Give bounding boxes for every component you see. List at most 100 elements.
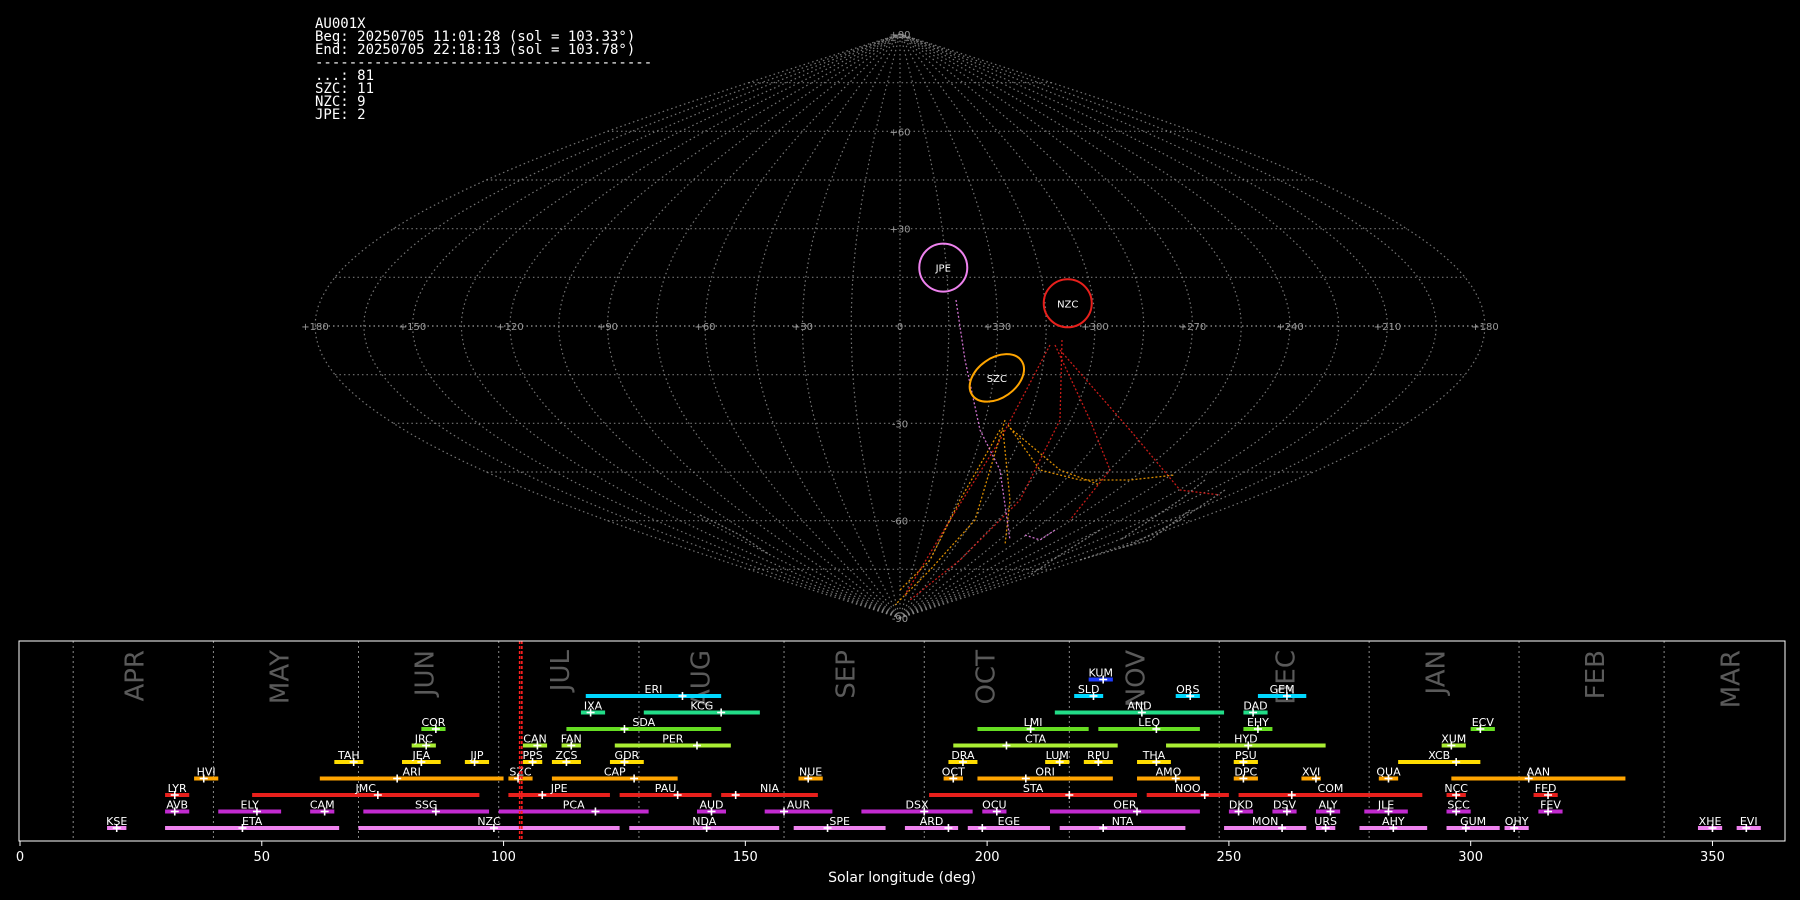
shower-label-ohy: OHY [1505,815,1529,828]
shower-label-sda: SDA [632,716,655,729]
shower-label-xvi: XVI [1302,766,1320,779]
x-tick-label: 100 [491,850,516,865]
month-label: APR [121,650,151,702]
sky-map: JPENZCSZC +180 +150 +120 +90 +60 +30 0 +330 +300… [301,30,1498,625]
shower-label-evi: EVI [1740,815,1758,828]
lon-label: +240 [1276,322,1303,333]
shower-label-hyd: HYD [1234,733,1257,746]
meteor-trail [1002,429,1011,546]
shower-label-gem: GEM [1270,683,1295,696]
lon-label: +270 [1179,322,1206,333]
shower-label-oer: OER [1113,799,1137,812]
lon-label: +330 [984,322,1011,333]
meridian-line [655,33,901,619]
shower-label-ixa: IXA [584,700,603,713]
shower-label-scc: SCC [1447,799,1470,812]
lat-label: -30 [892,419,908,430]
lat-label: +90 [889,30,910,41]
x-axis-label: Solar longitude (deg) [828,870,976,886]
shower-label-lum: LUM [1046,749,1069,762]
meteor-trail [955,299,1011,541]
radiant-label-szc: SZC [987,374,1007,385]
shower-label-sld: SLD [1078,683,1100,696]
shower-label-jip: JIP [469,749,483,762]
lon-label: +150 [399,322,426,333]
shower-label-pps: PPS [522,749,542,762]
shower-label-sta: STA [1023,782,1044,795]
shower-label-ari: ARI [402,766,420,779]
lon-label: +300 [1081,322,1108,333]
shower-label-dpc: DPC [1234,766,1257,779]
meridian-line [850,33,901,619]
lon-label: +210 [1374,322,1401,333]
shower-label-xum: XUM [1441,733,1466,746]
shower-label-avb: AVB [166,799,188,812]
shower-timeline-chart: APR MAY JUN JUL AUG SEP OCT NOV DEC JAN FEB MAR KUM… [16,640,1786,886]
meteor-trail [1119,479,1206,541]
lat-label: -90 [892,614,908,625]
shower-label-nda: NDA [692,815,717,828]
shower-label-jrc: JRC [414,733,433,746]
shower-label-spe: SPE [829,815,850,828]
shower-label-ecv: ECV [1472,716,1495,729]
month-label: FEB [1581,650,1611,699]
shower-label-aur: AUR [787,799,811,812]
shower-label-oct: OCT [942,766,965,779]
shower-label-noo: NOO [1175,782,1201,795]
shower-label-pau: PAU [655,782,677,795]
shower-label-gum: GUM [1460,815,1486,828]
shower-label-kse: KSE [106,815,127,828]
shower-label-cor: COR [421,716,445,729]
shower-label-nta: NTA [1112,815,1134,828]
shower-label-xhe: XHE [1699,815,1722,828]
meteor-trail [894,419,1006,606]
info-panel: AU001X Beg: 20250705 11:01:28 (sol = 103… [315,17,652,123]
shower-label-dra: DRA [951,749,975,762]
shower-label-cap: CAP [604,766,626,779]
shower-label-ard: ARD [920,815,944,828]
shower-label-dsv: DSV [1273,799,1296,812]
shower-label-ori: ORI [1035,766,1055,779]
shower-label-cam: CAM [310,799,335,812]
shower-label-can: CAN [523,733,546,746]
radiant-label-jpe: JPE [935,264,951,275]
shower-bars: KUM ERI SLD ORS GEM IXA KCG AND DAD COR SDA LMI LEO E… [106,667,1761,832]
shower-label-ncc: NCC [1444,782,1468,795]
shower-label-amo: AMO [1156,766,1182,779]
shower-label-dkd: DKD [1229,799,1253,812]
lat-label: +60 [889,127,910,138]
shower-label-zcs: ZCS [555,749,577,762]
lat-label: +30 [889,225,910,236]
shower-label-ehy: EHY [1247,716,1269,729]
shower-label-dad: DAD [1243,700,1267,713]
month-labels: APR MAY JUN JUL AUG SEP OCT NOV DEC JAN FEB MAR [121,649,1747,708]
x-tick-label: 300 [1458,850,1483,865]
shower-label-jmc: JMC [355,782,377,795]
shower-label-mon: MON [1252,815,1278,828]
lon-label: 0 [897,322,903,333]
shower-label-leo: LEO [1138,716,1160,729]
lon-label: +60 [694,322,715,333]
shower-label-and: AND [1127,700,1151,713]
x-tick-label: 0 [16,850,24,865]
x-tick-label: 150 [733,850,758,865]
shower-label-fan: FAN [561,733,582,746]
lon-label: +180 [301,322,328,333]
shower-label-rpu: RPU [1087,749,1109,762]
shower-label-aan: AAN [1527,766,1551,779]
shower-label-eta: ETA [242,815,263,828]
month-label: JUN [411,650,441,698]
shower-label-ors: ORS [1176,683,1199,696]
meteor-trail [1009,427,1101,486]
info-line-jpe-count: JPE: 2 [315,107,366,123]
shower-label-kcg: KCG [690,700,713,713]
lon-label: +30 [792,322,813,333]
shower-label-com: COM [1318,782,1344,795]
shower-label-hvi: HVI [197,766,216,779]
shower-label-nue: NUE [799,766,822,779]
shower-label-cta: CTA [1025,733,1047,746]
shower-label-ssg: SSG [415,799,438,812]
shower-label-dsx: DSX [906,799,929,812]
shower-label-gdr: GDR [615,749,640,762]
meteor-trail [1079,489,1226,561]
